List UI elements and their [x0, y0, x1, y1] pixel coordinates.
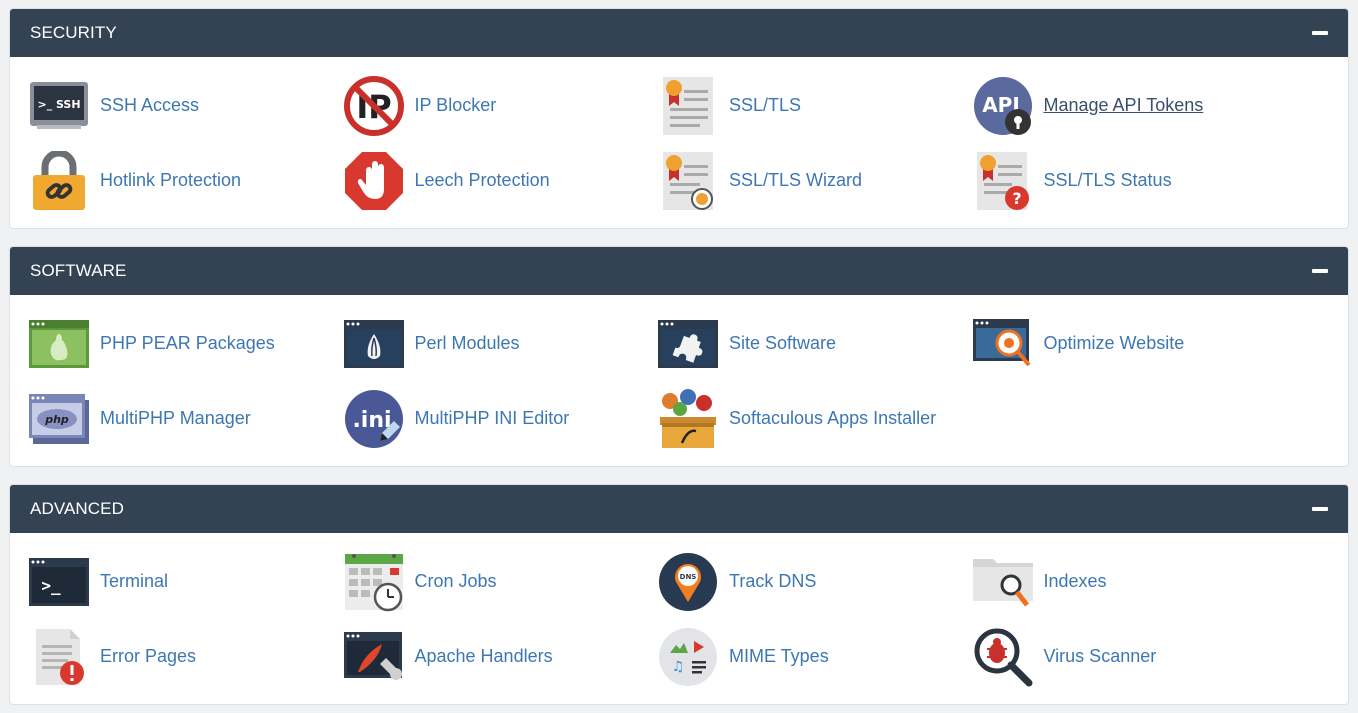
certificate-icon [658, 76, 718, 136]
site-software-link[interactable]: Site Software [658, 306, 973, 381]
error-pages-link[interactable]: Error Pages [29, 619, 344, 694]
ssh-access-link[interactable]: >_ SSH SSH Access [29, 68, 344, 143]
ip-blocked-icon: IP [343, 75, 404, 136]
puzzle-window-icon [658, 314, 718, 374]
svg-text:DNS: DNS [680, 573, 697, 581]
cron-jobs-link[interactable]: Cron Jobs [344, 544, 659, 619]
ssl-tls-status-link[interactable]: ? SSL/TLS Status [973, 143, 1288, 218]
multiphp-manager-link[interactable]: php MultiPHP Manager [29, 381, 344, 456]
apache-handlers-link[interactable]: Apache Handlers [343, 619, 659, 694]
feather-wrench-icon [343, 627, 404, 687]
svg-text:♫: ♫ [672, 659, 685, 675]
softaculous-apps-installer-link[interactable]: Softaculous Apps Installer [658, 381, 973, 456]
software-panel-header[interactable]: SOFTWARE [10, 247, 1348, 295]
media-types-icon: ♫ [658, 627, 718, 687]
ssl-tls-label: SSL/TLS [729, 95, 802, 115]
manage-api-tokens-label: Manage API Tokens [1043, 95, 1204, 115]
svg-text:>_: >_ [41, 576, 61, 595]
bug-magnifier-icon [973, 627, 1033, 687]
virus-scanner-link[interactable]: Virus Scanner [973, 619, 1288, 694]
site-software-label: Site Software [729, 333, 837, 353]
certificate-wizard-icon [658, 151, 718, 211]
perl-modules-link[interactable]: Perl Modules [343, 306, 659, 381]
terminal-link[interactable]: >_ Terminal [29, 544, 344, 619]
advanced-panel: ADVANCED >_ Terminal Cron Jobs DNS Track… [9, 484, 1349, 705]
software-panel: SOFTWARE PHP PEAR Packages Perl Modules [9, 246, 1349, 467]
ini-editor-icon: .ini [344, 389, 404, 449]
indexes-link[interactable]: Indexes [972, 544, 1288, 619]
ssl-tls-link[interactable]: SSL/TLS [658, 68, 973, 143]
php-pear-packages-link[interactable]: PHP PEAR Packages [29, 306, 344, 381]
optimize-window-icon [972, 314, 1033, 374]
track-dns-link[interactable]: DNS Track DNS [658, 544, 973, 619]
padlock-link-icon [29, 150, 89, 211]
leech-protection-link[interactable]: Leech Protection [344, 143, 659, 218]
ssh-access-label: SSH Access [100, 95, 200, 115]
mime-types-link[interactable]: ♫ MIME Types [658, 619, 973, 694]
api-lock-icon: API [973, 76, 1033, 136]
php-window-icon: php [29, 389, 89, 449]
ip-blocker-link[interactable]: IP IP Blocker [343, 68, 659, 143]
security-panel-header[interactable]: SECURITY [10, 9, 1348, 57]
ssl-tls-status-label: SSL/TLS Status [1043, 170, 1172, 190]
hotlink-protection-label: Hotlink Protection [100, 170, 242, 190]
svg-text:?: ? [1012, 189, 1021, 208]
collapse-icon[interactable] [1312, 31, 1328, 35]
svg-text:php: php [44, 413, 69, 426]
hotlink-protection-link[interactable]: Hotlink Protection [29, 143, 344, 218]
dns-pin-icon: DNS [658, 552, 718, 612]
track-dns-label: Track DNS [729, 571, 817, 591]
multiphp-ini-editor-link[interactable]: .ini MultiPHP INI Editor [344, 381, 659, 456]
ssl-tls-wizard-label: SSL/TLS Wizard [729, 170, 863, 190]
svg-text:.ini: .ini [352, 408, 391, 433]
mime-types-label: MIME Types [729, 646, 829, 666]
svg-text:>_ SSH: >_ SSH [37, 98, 80, 111]
optimize-website-label: Optimize Website [1043, 333, 1185, 353]
optimize-website-link[interactable]: Optimize Website [972, 306, 1288, 381]
advanced-panel-header[interactable]: ADVANCED [10, 485, 1348, 533]
virus-scanner-label: Virus Scanner [1043, 646, 1157, 666]
multiphp-manager-label: MultiPHP Manager [100, 408, 251, 428]
multiphp-ini-editor-label: MultiPHP INI Editor [414, 408, 570, 428]
ssl-tls-wizard-link[interactable]: SSL/TLS Wizard [658, 143, 973, 218]
certificate-status-icon: ? [973, 151, 1033, 211]
terminal-label: Terminal [100, 571, 169, 591]
softaculous-apps-installer-label: Softaculous Apps Installer [729, 408, 937, 428]
indexes-label: Indexes [1043, 571, 1107, 591]
advanced-panel-title: ADVANCED [30, 499, 125, 518]
software-panel-title: SOFTWARE [30, 261, 127, 280]
error-pages-label: Error Pages [100, 646, 197, 666]
pear-window-icon [29, 314, 89, 374]
apache-handlers-label: Apache Handlers [414, 646, 553, 666]
stop-hand-icon [344, 151, 404, 211]
perl-modules-label: Perl Modules [414, 333, 520, 353]
softaculous-box-icon [658, 388, 718, 449]
security-panel-title: SECURITY [30, 23, 117, 42]
folder-search-icon [972, 552, 1033, 612]
cron-jobs-label: Cron Jobs [414, 571, 497, 591]
manage-api-tokens-link[interactable]: API Manage API Tokens [973, 68, 1288, 143]
terminal-icon: >_ [29, 552, 89, 612]
ssh-terminal-icon: >_ SSH [29, 76, 89, 136]
error-page-icon [29, 627, 89, 687]
leech-protection-label: Leech Protection [414, 170, 550, 190]
php-pear-packages-label: PHP PEAR Packages [100, 333, 275, 353]
ip-blocker-label: IP Blocker [414, 95, 497, 115]
collapse-icon[interactable] [1312, 269, 1328, 273]
security-panel: SECURITY >_ SSH SSH Access IP IP Blocker [9, 8, 1349, 229]
calendar-clock-icon [344, 552, 404, 612]
onion-window-icon [343, 314, 404, 374]
collapse-icon[interactable] [1312, 507, 1328, 511]
